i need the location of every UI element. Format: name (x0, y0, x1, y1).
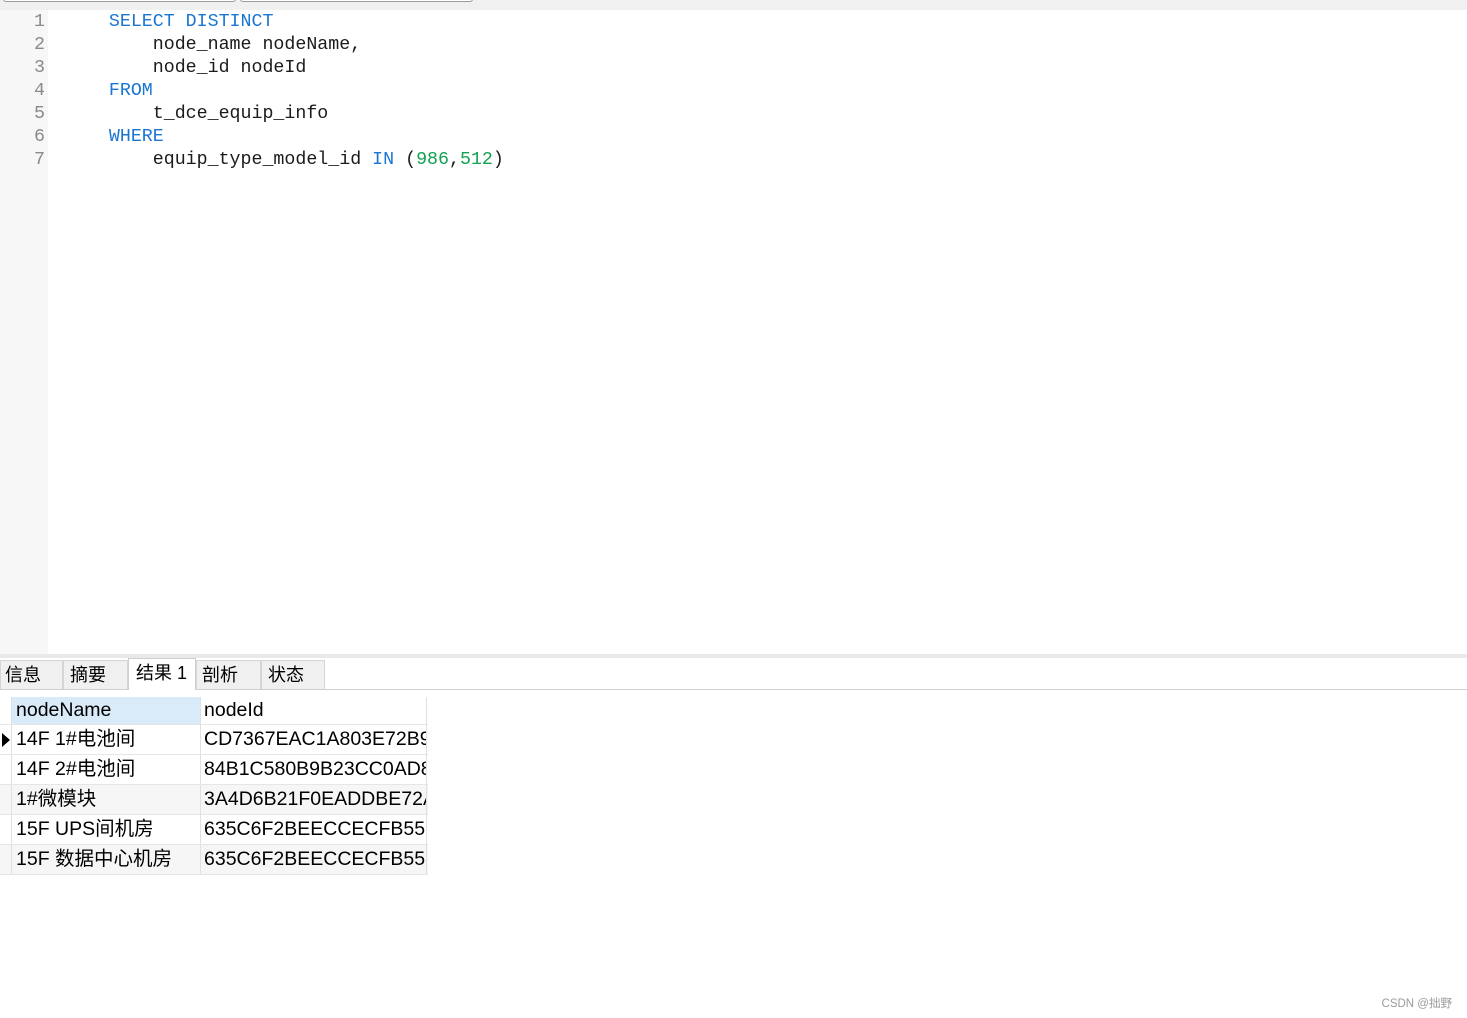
tab-profile[interactable]: 剖析 (196, 660, 261, 689)
tab-info[interactable]: 信息 (0, 660, 63, 689)
line-number: 1 (34, 12, 45, 32)
table-row[interactable]: 14F 2#电池间 84B1C580B9B23CC0AD8E (0, 755, 428, 785)
table-cell[interactable]: 635C6F2BEECCECFB559E (201, 845, 427, 874)
query-tab[interactable] (240, 0, 473, 2)
identifier-token: t_dce_equip_info (152, 104, 329, 124)
row-indicator-header (0, 697, 12, 724)
row-indicator (0, 755, 12, 784)
number-token: 512 (459, 150, 493, 170)
table-cell[interactable]: 635C6F2BEECCECFB559E (201, 815, 427, 844)
code-line[interactable]: equip_type_model_id IN (986,512) (65, 149, 1467, 172)
table-cell[interactable]: 3A4D6B21F0EADDBE72A (201, 785, 427, 814)
tab-summary[interactable]: 摘要 (63, 660, 128, 689)
column-header[interactable]: nodeId (201, 697, 427, 724)
result-tab-bar: 信息 摘要 结果 1 剖析 状态 (0, 658, 1467, 690)
result-grid[interactable]: nodeName nodeId 14F 1#电池间 CD7367EAC1A803… (0, 697, 428, 875)
table-row[interactable]: 1#微模块 3A4D6B21F0EADDBE72A (0, 785, 428, 815)
punctuation-token: , (449, 150, 460, 170)
table-cell[interactable]: 15F 数据中心机房 (12, 845, 201, 874)
line-number: 3 (34, 58, 45, 78)
code-line[interactable]: WHERE (65, 126, 1467, 149)
table-cell[interactable]: 14F 2#电池间 (12, 755, 201, 784)
current-row-caret-icon (2, 733, 10, 747)
code-line[interactable]: FROM (65, 80, 1467, 103)
row-indicator (0, 815, 12, 844)
query-tab-strip (0, 0, 1467, 10)
line-number-gutter: 1 2 3 4 5 6 7 (0, 10, 48, 654)
code-line[interactable]: node_id nodeId (65, 57, 1467, 80)
query-tab[interactable] (3, 0, 236, 2)
identifier-token: node_id nodeId (152, 58, 307, 78)
keyword-token: IN (372, 150, 395, 170)
table-cell[interactable]: 14F 1#电池间 (12, 725, 201, 754)
row-indicator (0, 725, 12, 754)
grid-header-row: nodeName nodeId (0, 697, 428, 725)
column-header[interactable]: nodeName (12, 697, 201, 724)
table-cell[interactable]: 84B1C580B9B23CC0AD8E (201, 755, 427, 784)
identifier-token: node_name nodeName, (152, 35, 362, 55)
line-number: 2 (34, 35, 45, 55)
table-cell[interactable]: 1#微模块 (12, 785, 201, 814)
table-row[interactable]: 15F UPS间机房 635C6F2BEECCECFB559E (0, 815, 428, 845)
punctuation-token: ( (394, 150, 417, 170)
punctuation-token: ) (492, 150, 504, 170)
line-number: 7 (34, 150, 45, 170)
watermark: CSDN @拙野 (1381, 998, 1452, 1010)
line-number: 5 (34, 104, 45, 124)
code-line[interactable]: SELECT DISTINCT (65, 11, 1467, 34)
tab-result-1[interactable]: 结果 1 (128, 658, 196, 690)
keyword-token: FROM (108, 81, 153, 101)
code-line[interactable]: node_name nodeName, (65, 34, 1467, 57)
code-area[interactable]: SELECT DISTINCT node_name nodeName, node… (65, 10, 1467, 654)
keyword-token: SELECT DISTINCT (108, 12, 274, 32)
table-cell[interactable]: 15F UPS间机房 (12, 815, 201, 844)
tab-status[interactable]: 状态 (261, 660, 325, 689)
number-token: 986 (416, 150, 449, 170)
keyword-token: WHERE (108, 127, 164, 147)
identifier-token: equip_type_model_id (152, 150, 373, 170)
row-indicator (0, 785, 12, 814)
table-cell[interactable]: CD7367EAC1A803E72B95 (201, 725, 427, 754)
line-number: 6 (34, 127, 45, 147)
code-line[interactable]: t_dce_equip_info (65, 103, 1467, 126)
table-row[interactable]: 15F 数据中心机房 635C6F2BEECCECFB559E (0, 845, 428, 875)
row-indicator (0, 845, 12, 874)
sql-editor[interactable]: 1 2 3 4 5 6 7 SELECT DISTINCT node_name … (0, 10, 1467, 654)
line-number: 4 (34, 81, 45, 101)
table-row[interactable]: 14F 1#电池间 CD7367EAC1A803E72B95 (0, 725, 428, 755)
